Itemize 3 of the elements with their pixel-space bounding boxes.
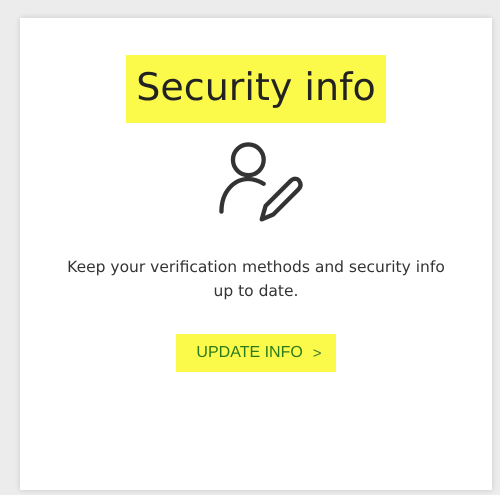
update-info-link[interactable]: UPDATE INFO >: [176, 334, 336, 372]
card-title: Security info: [126, 55, 386, 123]
description-text: Keep your verification methods and security info up to date.: [66, 256, 446, 302]
